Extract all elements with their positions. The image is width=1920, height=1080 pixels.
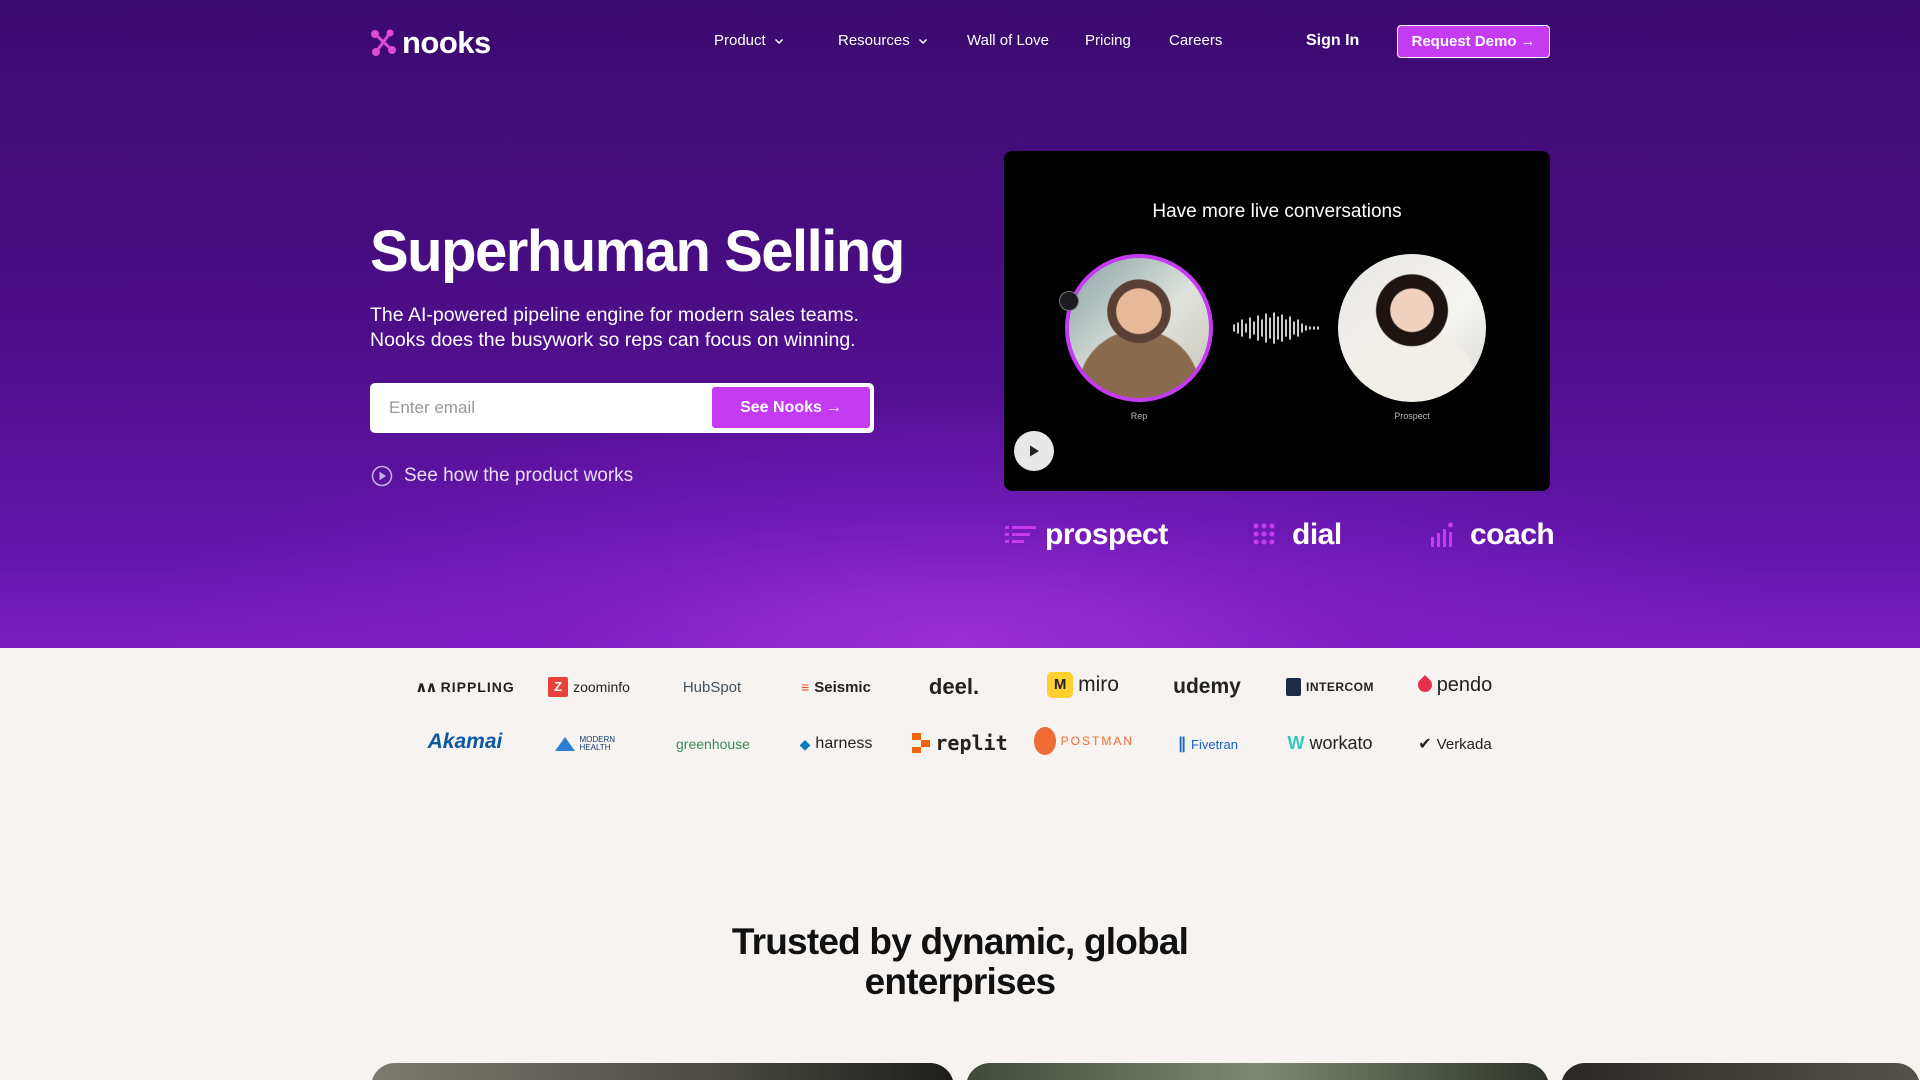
hero-section bbox=[0, 0, 1920, 648]
arrow-right-icon: → bbox=[825, 398, 842, 416]
nav-item-label: Wall of Love bbox=[967, 32, 1049, 49]
logo-udemy: udemy bbox=[1172, 672, 1242, 702]
video-play-button[interactable] bbox=[1014, 431, 1054, 471]
product-dial[interactable]: dial bbox=[1250, 518, 1342, 552]
logo-zoominfo: Z zoominfo bbox=[546, 672, 632, 702]
logo-text: greenhouse bbox=[676, 736, 750, 752]
nav-item-label: Resources bbox=[838, 32, 910, 49]
request-demo-button[interactable]: Request Demo → bbox=[1397, 25, 1550, 58]
nav-item-label: Careers bbox=[1169, 32, 1223, 49]
hero-subtitle: The AI-powered pipeline engine for moder… bbox=[370, 303, 930, 353]
product-coach[interactable]: coach bbox=[1428, 518, 1555, 552]
logo-text: Fivetran bbox=[1191, 736, 1238, 752]
hero-title: Superhuman Selling bbox=[370, 219, 905, 284]
coach-icon bbox=[1431, 522, 1453, 547]
logo-rippling: ∧∧ RIPPLING bbox=[415, 679, 515, 696]
see-how-product-works-link[interactable]: See how the product works bbox=[371, 465, 633, 487]
see-nooks-label: See Nooks bbox=[740, 398, 822, 416]
nav-item-label: Pricing bbox=[1085, 32, 1131, 49]
trust-title-line: Trusted by dynamic, global bbox=[731, 921, 1189, 962]
hero-subtitle-line: The AI-powered pipeline engine for moder… bbox=[370, 304, 859, 326]
logo-text: POSTMAN bbox=[1060, 734, 1134, 748]
product-name: coach bbox=[1470, 518, 1555, 551]
logo-text: Seismic bbox=[814, 678, 871, 696]
dial-icon bbox=[1253, 523, 1275, 545]
logo-text: deel. bbox=[928, 674, 980, 699]
main-nav: Product Resources Wall of Love Pricing C… bbox=[714, 32, 1239, 49]
logo-text: replit bbox=[935, 731, 1008, 755]
nooks-logo[interactable]: nooks bbox=[370, 25, 491, 60]
testimonial-card-thumbnail[interactable] bbox=[1561, 1063, 1920, 1080]
nooks-logo-icon bbox=[371, 29, 396, 56]
logo-intercom: INTERCOM bbox=[1286, 672, 1374, 702]
logo-text: miro bbox=[1078, 673, 1119, 696]
logo-miro: M miro bbox=[1043, 670, 1123, 700]
nav-item-wall-of-love[interactable]: Wall of Love bbox=[967, 32, 1085, 49]
nav-item-resources[interactable]: Resources bbox=[838, 32, 967, 49]
nooks-badge-icon bbox=[1059, 291, 1079, 311]
email-input[interactable] bbox=[389, 384, 689, 431]
logo-fivetran: ∥ Fivetran bbox=[1178, 736, 1238, 753]
chevron-down-icon bbox=[774, 38, 783, 44]
brand-name: nooks bbox=[402, 25, 491, 60]
nav-item-label: Product bbox=[714, 32, 766, 49]
trust-title-line: enterprises bbox=[864, 961, 1057, 1002]
logo-text: workato bbox=[1309, 732, 1373, 753]
logo-akamai: Akamai bbox=[420, 724, 510, 760]
logo-text: Verkada bbox=[1436, 735, 1492, 753]
logo-text: Akamai bbox=[427, 730, 503, 753]
arrow-right-icon: → bbox=[1520, 33, 1536, 50]
request-demo-label: Request Demo bbox=[1411, 33, 1517, 50]
logo-text: pendo bbox=[1436, 673, 1493, 696]
how-link-label: See how the product works bbox=[404, 465, 634, 486]
product-name: dial bbox=[1292, 518, 1342, 551]
prospect-label: Prospect bbox=[1394, 411, 1430, 421]
chevron-down-icon bbox=[918, 38, 927, 44]
logo-text: udemy bbox=[1173, 675, 1241, 698]
logo-replit: replit bbox=[912, 728, 1008, 758]
play-circle-icon bbox=[371, 465, 393, 487]
product-name: prospect bbox=[1045, 518, 1168, 551]
nav-item-pricing[interactable]: Pricing bbox=[1085, 32, 1169, 49]
logo-deel: deel. bbox=[924, 672, 984, 702]
product-prospect[interactable]: prospect bbox=[1003, 518, 1168, 552]
rep-avatar bbox=[1065, 254, 1213, 402]
logo-pendo: pendo bbox=[1414, 670, 1496, 700]
logo-text: MODERN HEALTH bbox=[579, 735, 616, 752]
hero-subtitle-line: Nooks does the busywork so reps can focu… bbox=[370, 329, 856, 351]
logo-text: zoominfo bbox=[573, 679, 630, 695]
testimonial-card-thumbnail[interactable] bbox=[966, 1063, 1549, 1080]
play-icon bbox=[1030, 445, 1039, 457]
trust-section-title: Trusted by dynamic, global enterprises bbox=[660, 922, 1260, 1002]
audio-waveform-icon bbox=[1233, 312, 1319, 344]
prospect-icon bbox=[1005, 526, 1036, 543]
logo-verkada: ✔ Verkada bbox=[1418, 735, 1492, 754]
logo-text: HubSpot bbox=[682, 678, 742, 696]
logo-text: harness bbox=[815, 735, 873, 752]
testimonial-card-thumbnail[interactable] bbox=[371, 1063, 954, 1080]
product-video[interactable]: Have more live conversations Rep Prospec… bbox=[1004, 151, 1550, 491]
nav-item-careers[interactable]: Careers bbox=[1169, 32, 1239, 49]
sign-in-link[interactable]: Sign In bbox=[1306, 32, 1359, 50]
logo-seismic: ≡ Seismic bbox=[801, 678, 871, 696]
logo-postman: POSTMAN bbox=[1034, 726, 1134, 756]
logo-workato: W workato bbox=[1287, 732, 1373, 753]
logo-modern-health: MODERN HEALTH bbox=[552, 729, 626, 759]
logo-text: INTERCOM bbox=[1306, 680, 1374, 694]
logo-greenhouse: greenhouse bbox=[674, 729, 752, 759]
video-caption: Have more live conversations bbox=[1152, 201, 1402, 222]
logo-harness: ◆ harness bbox=[799, 735, 873, 752]
rep-label: Rep bbox=[1130, 411, 1148, 421]
see-nooks-button[interactable]: See Nooks → bbox=[712, 387, 870, 428]
logo-hubspot: HubSpot bbox=[676, 672, 748, 702]
prospect-avatar bbox=[1338, 254, 1486, 402]
logo-text: RIPPLING bbox=[440, 679, 515, 695]
nav-item-product[interactable]: Product bbox=[714, 32, 838, 49]
email-signup-form: See Nooks → bbox=[370, 383, 874, 433]
